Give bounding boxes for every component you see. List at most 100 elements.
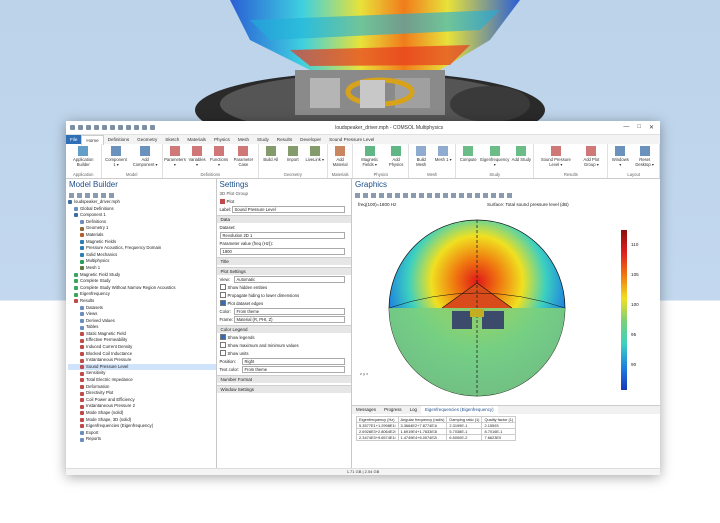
- ribbon-button-add-physics[interactable]: Add Physics: [386, 146, 406, 167]
- messages-tab[interactable]: Messages: [352, 406, 380, 414]
- section-window-settings[interactable]: Window Settings: [216, 385, 352, 393]
- section-number-format[interactable]: Number Format: [216, 375, 352, 383]
- ribbon-button-add-component[interactable]: Add Component ▾: [130, 146, 159, 167]
- ribbon-button-magnetic-fields[interactable]: Magnetic Fields ▾: [355, 146, 384, 167]
- dataset-select[interactable]: Revolution 2D 1: [219, 231, 346, 239]
- tree-node[interactable]: Static Magnetic Field: [68, 331, 216, 338]
- tree-node[interactable]: Mesh 1: [68, 265, 216, 272]
- ribbon-button-add-material[interactable]: Add Material: [330, 146, 351, 167]
- edges-checkbox[interactable]: [219, 300, 226, 306]
- model-builder-toolbar[interactable]: [66, 191, 216, 199]
- param-select[interactable]: 1800: [219, 247, 346, 255]
- menu-tab-physics[interactable]: Physics: [210, 135, 234, 144]
- tree-node[interactable]: Mode Shape, 3D (solid): [68, 417, 216, 424]
- tree-node[interactable]: Geometry 1: [68, 225, 216, 232]
- tree-node[interactable]: Component 1: [68, 212, 216, 219]
- ribbon-button-reset-desktop[interactable]: Reset Desktop ▾: [632, 146, 657, 167]
- ribbon-button-parameter-case[interactable]: Parameter Case: [231, 146, 256, 167]
- ribbon-button-functions[interactable]: Functions ▾: [209, 146, 229, 167]
- section-data[interactable]: Data: [216, 215, 352, 223]
- ribbon-button-component-1[interactable]: Component 1 ▾: [104, 146, 129, 167]
- messages-tab[interactable]: Eigenfrequencies (Eigenfrequency): [420, 406, 498, 414]
- view-select[interactable]: Automatic: [233, 275, 346, 283]
- tree-node[interactable]: Instantaneous Pressure 2: [68, 403, 216, 410]
- sound-pressure-sphere-plot[interactable]: [382, 213, 572, 403]
- menu-tab-results[interactable]: Results: [273, 135, 296, 144]
- propagate-checkbox[interactable]: [219, 292, 226, 298]
- table-row[interactable]: 5.3577E1+1.2998E1i 3.3664E2+7.8774E1i 2.31…: [356, 422, 517, 429]
- menu-tab-mesh[interactable]: Mesh: [234, 135, 253, 144]
- tree-node[interactable]: Materials: [68, 232, 216, 239]
- ribbon-button-parameters[interactable]: Parameters ▾: [164, 146, 186, 167]
- tree-node[interactable]: Eigenfrequencies (Eigenfrequency): [68, 423, 216, 430]
- messages-tab[interactable]: Log: [406, 406, 421, 414]
- tree-node[interactable]: Complete Study Without Narrow Region Aco…: [68, 285, 216, 292]
- tree-node[interactable]: Total Electric Impedance: [68, 377, 216, 384]
- frame-select[interactable]: Material (R, PHI, Z): [233, 315, 346, 323]
- graphics-toolbar[interactable]: [352, 191, 660, 199]
- tree-node[interactable]: Eigenfrequency: [68, 291, 216, 298]
- section-color-legend[interactable]: Color Legend: [216, 325, 352, 333]
- tree-node[interactable]: Deformation: [68, 384, 216, 391]
- textcolor-select[interactable]: From theme: [241, 365, 346, 373]
- tree-node[interactable]: Sound Pressure Level: [68, 363, 216, 371]
- legends-checkbox[interactable]: [219, 334, 226, 340]
- maximize-button[interactable]: □: [637, 124, 641, 131]
- quick-access-toolbar[interactable]: [70, 125, 155, 130]
- tree-node[interactable]: Effective Permeability: [68, 337, 216, 344]
- plot-button[interactable]: Plot: [217, 197, 352, 205]
- menu-tab-materials[interactable]: Materials: [183, 135, 210, 144]
- tree-node[interactable]: Pressure Acoustics, Frequency Domain: [68, 245, 216, 252]
- tree-node[interactable]: Tables: [68, 324, 216, 331]
- position-select[interactable]: Right: [241, 357, 346, 365]
- tree-node[interactable]: Datasets: [68, 305, 216, 312]
- tree-node[interactable]: loudspeaker_driver.mph: [68, 199, 216, 206]
- tree-node[interactable]: Reports: [68, 436, 216, 443]
- hidden-checkbox[interactable]: [219, 284, 226, 290]
- section-title[interactable]: Title: [216, 257, 352, 265]
- tree-node[interactable]: Solid Mechanics: [68, 252, 216, 259]
- ribbon-button-import[interactable]: Import: [283, 146, 303, 162]
- messages-tab[interactable]: Progress: [380, 406, 406, 414]
- ribbon-button-mesh-1[interactable]: Mesh 1 ▾: [433, 146, 453, 162]
- ribbon-button-variables[interactable]: Variables ▾: [187, 146, 207, 167]
- ribbon-button-build-mesh[interactable]: Build Mesh: [411, 146, 431, 167]
- tree-node[interactable]: Magnetic Field Study: [68, 272, 216, 279]
- menu-tab-study[interactable]: Study: [253, 135, 273, 144]
- table-row[interactable]: 2.6928E3+2.8064E2i 1.6919E4+1.7633E3i 5.70…: [356, 428, 517, 435]
- tree-node[interactable]: Definitions: [68, 219, 216, 226]
- close-button[interactable]: ✕: [649, 124, 654, 131]
- menu-tab-definitions[interactable]: Definitions: [104, 135, 133, 144]
- tree-node[interactable]: Derived Values: [68, 318, 216, 325]
- minimize-button[interactable]: —: [623, 124, 629, 131]
- label-field[interactable]: Sound Pressure Level: [231, 205, 346, 213]
- tree-node[interactable]: Export: [68, 430, 216, 437]
- menu-tab-developer[interactable]: Developer: [296, 135, 325, 144]
- ribbon-button-livelink[interactable]: LiveLink ▾: [305, 146, 325, 162]
- menu-tab-sketch[interactable]: Sketch: [161, 135, 183, 144]
- ribbon-button-windows[interactable]: Windows ▾: [610, 146, 630, 167]
- tree-node[interactable]: Coil Power and Efficiency: [68, 397, 216, 404]
- menu-tab-sound-pressure-level[interactable]: Sound Pressure Level: [325, 135, 378, 144]
- ribbon-button-eigenfrequency[interactable]: Eigenfrequency ▾: [480, 146, 509, 167]
- minmax-checkbox[interactable]: [219, 342, 226, 348]
- tree-node[interactable]: Magnetic Fields: [68, 239, 216, 246]
- menu-tab-geometry[interactable]: Geometry: [133, 135, 161, 144]
- units-checkbox[interactable]: [219, 350, 226, 356]
- ribbon-button-compute[interactable]: Compute: [458, 146, 478, 162]
- ribbon-button-add-plot-group[interactable]: Add Plot Group ▾: [577, 146, 605, 167]
- tree-node[interactable]: Directivity Plot: [68, 390, 216, 397]
- ribbon-button-application-builder[interactable]: Application Builder: [68, 146, 99, 167]
- ribbon-button-add-study[interactable]: Add Study: [511, 146, 531, 162]
- tree-node[interactable]: Sensitivity: [68, 370, 216, 377]
- tree-node[interactable]: Mode Shape (solid): [68, 410, 216, 417]
- ribbon-button-build-all[interactable]: Build All: [261, 146, 281, 162]
- tree-node[interactable]: Instantaneous Pressure: [68, 357, 216, 364]
- tree-node[interactable]: Multiphysics: [68, 258, 216, 265]
- section-plot-settings[interactable]: Plot Settings: [216, 267, 352, 275]
- ribbon-button-sound-pressure-level[interactable]: Sound Pressure Level ▾: [536, 146, 575, 167]
- menu-tab-file[interactable]: File: [66, 135, 82, 144]
- tree-node[interactable]: Complete Study: [68, 278, 216, 285]
- tree-node[interactable]: Global Definitions: [68, 206, 216, 213]
- tree-node[interactable]: Views: [68, 311, 216, 318]
